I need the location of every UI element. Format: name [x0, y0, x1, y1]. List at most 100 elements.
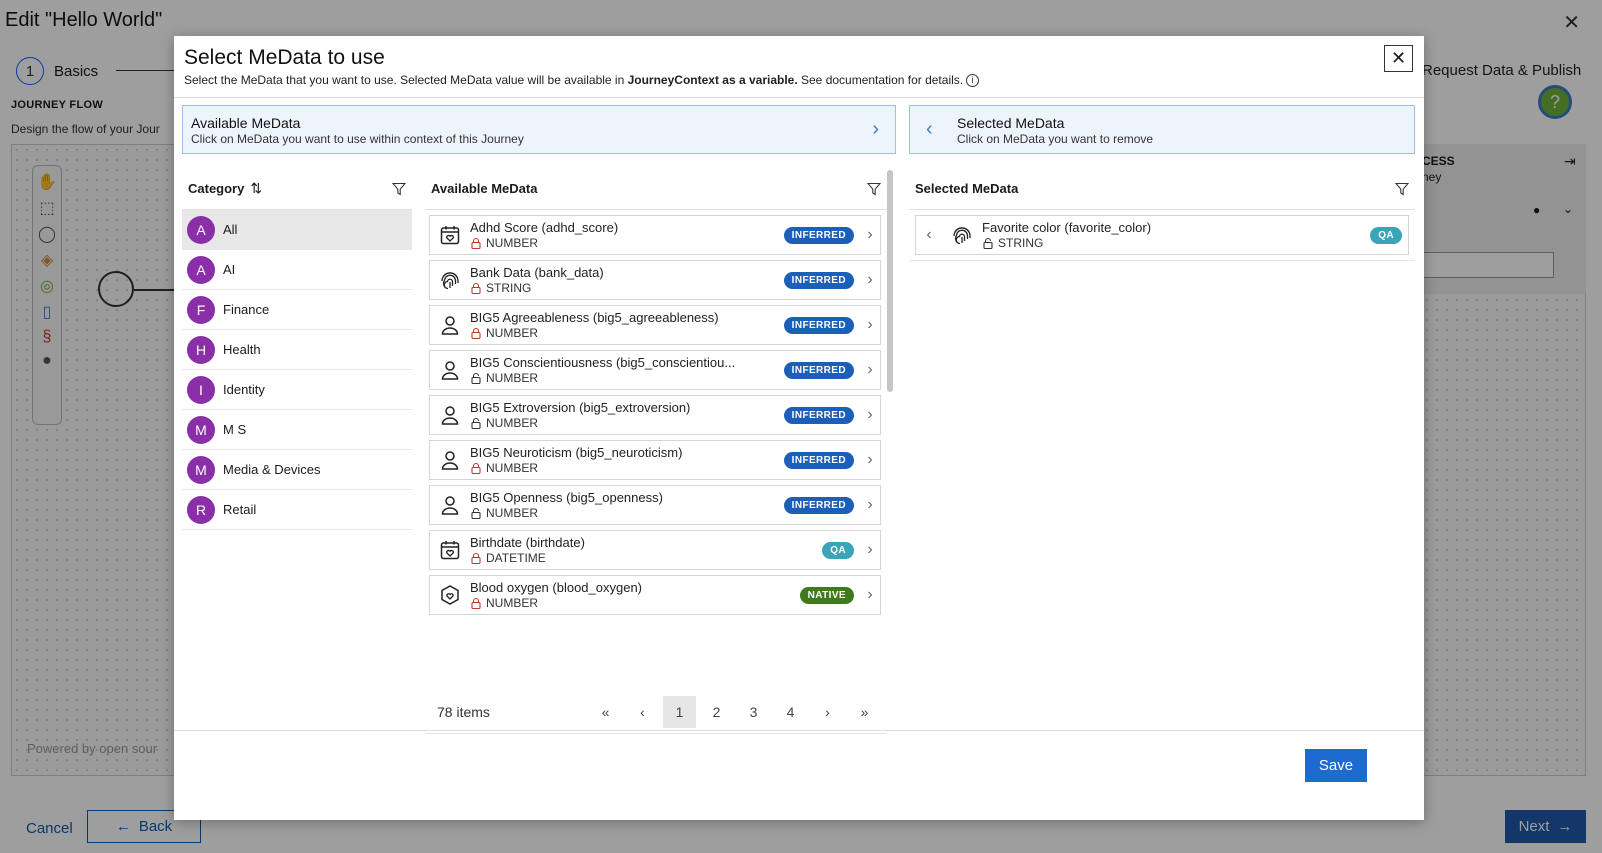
medata-name: BIG5 Neuroticism (big5_neuroticism) — [470, 445, 683, 460]
medata-type-label: NUMBER — [486, 371, 539, 385]
footer-divider — [174, 730, 1424, 731]
medata-text: BIG5 Extroversion (big5_extroversion) NUM… — [470, 400, 784, 430]
status-badge: INFERRED — [783, 496, 854, 514]
lock-icon — [471, 327, 481, 339]
category-header-label: Category — [188, 181, 245, 196]
available-medata-item[interactable]: BIG5 Neuroticism (big5_neuroticism) NUMBE… — [429, 440, 881, 480]
available-medata-item[interactable]: Bank Data (bank_data) STRING INFERRED › — [429, 260, 881, 300]
selected-column-header: Selected MeData — [909, 168, 1415, 210]
available-medata-item[interactable]: Adhd Score (adhd_score) NUMBER INFERRED › — [429, 215, 881, 255]
prev-page-icon[interactable]: ‹ — [626, 696, 659, 728]
sort-icon[interactable]: ⇅ — [250, 180, 262, 196]
category-item[interactable]: F Finance — [182, 290, 412, 330]
medata-name: Blood oxygen (blood_oxygen) — [470, 580, 643, 595]
medata-type: NUMBER — [470, 461, 784, 475]
page-number-button[interactable]: 4 — [774, 696, 807, 728]
medata-type-label: NUMBER — [486, 506, 539, 520]
category-item[interactable]: I Identity — [182, 370, 412, 410]
avatar: M — [187, 415, 215, 444]
person-icon — [430, 359, 470, 381]
available-medata-item[interactable]: BIG5 Agreeableness (big5_agreeableness) N… — [429, 305, 881, 345]
category-label: M S — [223, 422, 247, 437]
chevron-right-icon[interactable]: › — [860, 271, 880, 289]
shield-heart-icon — [430, 584, 470, 606]
medata-name: BIG5 Openness (big5_openness) — [470, 490, 663, 505]
person-icon — [430, 314, 470, 336]
chevron-right-icon[interactable]: › — [860, 406, 880, 424]
category-item[interactable]: A All — [182, 210, 412, 250]
next-page-icon[interactable]: › — [811, 696, 844, 728]
medata-name: BIG5 Extroversion (big5_extroversion) — [470, 400, 691, 415]
status-badge: INFERRED — [783, 451, 854, 469]
category-item[interactable]: MM S — [182, 410, 412, 450]
scroll-thumb[interactable] — [887, 170, 893, 392]
available-medata-header[interactable]: Available MeData Click on MeData you wan… — [182, 105, 896, 154]
medata-name: Favorite color (favorite_color) — [982, 220, 1152, 235]
last-page-icon[interactable]: » — [848, 696, 881, 728]
lock-icon — [471, 552, 481, 564]
chevron-right-icon[interactable]: › — [860, 496, 880, 514]
available-medata-item[interactable]: Birthdate (birthdate) DATETIME QA › — [429, 530, 881, 570]
available-header-title: Available MeData — [191, 115, 301, 131]
info-icon[interactable]: i — [966, 74, 980, 87]
unlock-icon — [471, 507, 481, 519]
chevron-right-icon[interactable]: › — [860, 361, 880, 379]
available-list: Adhd Score (adhd_score) NUMBER INFERRED › Ba… — [425, 210, 887, 704]
divider — [174, 97, 1424, 98]
selected-list-header: Selected MeData — [915, 181, 1019, 196]
chevron-right-icon[interactable]: › — [860, 541, 880, 559]
category-label: All — [223, 222, 238, 237]
medata-text: Bank Data (bank_data) STRING — [470, 265, 784, 295]
category-item[interactable]: H Health — [182, 330, 412, 370]
filter-icon[interactable] — [392, 182, 406, 196]
chevron-right-icon[interactable]: › — [860, 586, 880, 604]
selected-medata-header[interactable]: ‹ Selected MeData Click on MeData you wa… — [909, 105, 1415, 154]
subtitle-prefix: Select the MeData that you want to use. … — [184, 73, 628, 87]
chevron-left-icon[interactable]: ‹ — [926, 118, 933, 141]
first-page-icon[interactable]: « — [589, 696, 622, 728]
avatar: A — [187, 215, 215, 244]
chevron-right-icon[interactable]: › — [860, 226, 880, 244]
item-count: 78 items — [437, 703, 490, 720]
available-medata-item[interactable]: BIG5 Openness (big5_openness) NUMBER INFER… — [429, 485, 881, 525]
medata-type-label: NUMBER — [486, 326, 539, 340]
available-medata-item[interactable]: BIG5 Extroversion (big5_extroversion) NUM… — [429, 395, 881, 435]
selected-header-title: Selected MeData — [957, 115, 1065, 131]
status-badge: INFERRED — [783, 361, 854, 379]
page-numbers: 1234 — [663, 695, 811, 728]
filter-icon[interactable] — [867, 182, 881, 196]
avatar: M — [187, 455, 215, 484]
category-list: A All A AI F Finance H Health I Identity M M S M Medi… — [182, 210, 412, 530]
save-button[interactable]: Save — [1305, 749, 1367, 782]
medata-type: STRING — [982, 236, 1370, 250]
lock-icon — [471, 282, 481, 294]
available-medata-item[interactable]: Blood oxygen (blood_oxygen) NUMBER NATIVE › — [429, 575, 881, 615]
medata-type-label: NUMBER — [486, 461, 539, 475]
medata-type-label: NUMBER — [486, 416, 539, 430]
page-number-button[interactable]: 3 — [737, 696, 770, 728]
available-scrollbar[interactable] — [885, 168, 895, 648]
fingerprint-icon — [430, 269, 470, 291]
filter-icon[interactable] — [1395, 182, 1409, 196]
unlock-icon — [983, 237, 993, 249]
category-label: Health — [223, 342, 261, 357]
category-item[interactable]: R Retail — [182, 490, 412, 530]
fingerprint-icon — [942, 224, 982, 246]
page-number-button[interactable]: 2 — [700, 696, 733, 728]
medata-type-label: STRING — [998, 236, 1044, 250]
category-label: Media & Devices — [223, 462, 321, 477]
selected-medata-item[interactable]: ‹ Favorite color (favorite_color) STRING QA — [915, 215, 1409, 255]
page-number-button[interactable]: 1 — [663, 695, 696, 728]
medata-text: BIG5 Neuroticism (big5_neuroticism) NUMBE… — [470, 445, 784, 475]
chevron-right-icon[interactable]: › — [860, 451, 880, 469]
medata-type: NUMBER — [470, 596, 800, 610]
status-badge: QA — [822, 541, 854, 559]
modal-close-button[interactable]: ✕ — [1384, 45, 1413, 72]
category-item[interactable]: M Media & Devices — [182, 450, 412, 490]
status-badge: INFERRED — [783, 406, 854, 424]
chevron-right-icon[interactable]: › — [860, 316, 880, 334]
category-item[interactable]: A AI — [182, 250, 412, 290]
available-medata-item[interactable]: BIG5 Conscientiousness (big5_conscientio… — [429, 350, 881, 390]
chevron-right-icon[interactable]: › — [872, 118, 879, 141]
chevron-left-icon[interactable]: ‹ — [916, 226, 942, 244]
